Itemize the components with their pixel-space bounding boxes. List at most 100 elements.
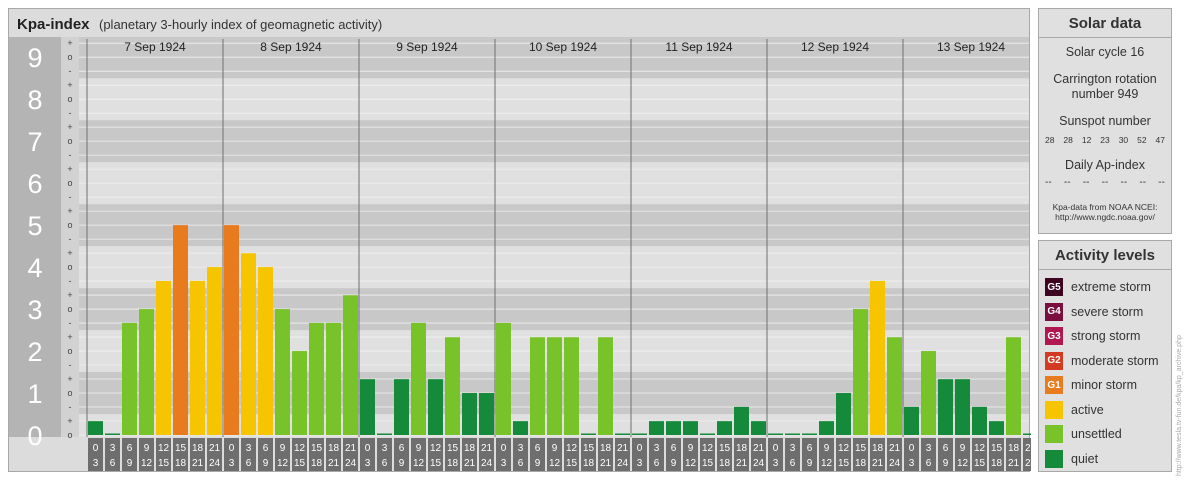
day-label: 7 Sep 1924	[124, 40, 186, 54]
kp-bar	[207, 267, 222, 435]
data-credit-link[interactable]: http://www.ngdc.noaa.gov/	[1039, 212, 1171, 222]
kp-bar	[700, 433, 715, 435]
interval-end-label: 18	[583, 458, 595, 469]
y-tick-label: 0	[27, 421, 42, 451]
interval-start-label: 18	[1008, 443, 1020, 454]
legend-label: strong storm	[1071, 329, 1141, 344]
y-sub-tick-label: o	[67, 388, 72, 398]
kp-bar	[904, 406, 919, 435]
y-sub-tick-label: -	[69, 108, 72, 118]
interval-end-label: 12	[413, 458, 425, 469]
solar-data-title: Solar data	[1039, 9, 1171, 38]
interval-start-label: 18	[192, 443, 204, 454]
sunspot-value: 52	[1137, 135, 1147, 145]
kp-bar	[887, 337, 902, 435]
interval-start-label: 18	[328, 443, 340, 454]
kp-bar	[615, 433, 630, 435]
interval-end-label: 9	[943, 458, 949, 469]
interval-end-label: 9	[127, 458, 133, 469]
kp-bar	[275, 309, 290, 435]
kp-bar	[836, 393, 851, 435]
kp-bar	[513, 421, 528, 435]
y-tick-label: 2	[27, 337, 42, 367]
day-label: 8 Sep 1924	[260, 40, 322, 54]
y-sub-tick-label: -	[69, 150, 72, 160]
sunspot-value: 12	[1081, 135, 1092, 145]
kpa-chart: 0123456789o+-o+-o+-o+-o+-o+-o+-o+-o+-o+ 7…	[9, 16, 1031, 471]
kp-bar	[938, 379, 953, 435]
interval-end-label: 18	[175, 458, 187, 469]
legend-label: minor storm	[1071, 378, 1137, 393]
kp-bar	[802, 433, 817, 435]
legend-label: moderate storm	[1071, 353, 1159, 368]
interval-end-label: 24	[1025, 458, 1031, 469]
kp-bar	[394, 379, 409, 435]
kp-bar	[241, 253, 256, 435]
interval-end-label: 15	[838, 458, 850, 469]
interval-start-label: 15	[175, 443, 187, 454]
y-sub-tick-label: -	[69, 318, 72, 328]
kp-bar	[683, 421, 698, 435]
kp-bar	[88, 421, 103, 435]
interval-start-label: 15	[583, 443, 595, 454]
y-tick-label: 8	[27, 85, 42, 115]
interval-start-label: 12	[294, 443, 306, 454]
interval-end-label: 15	[294, 458, 306, 469]
day-label: 12 Sep 1924	[801, 40, 869, 54]
interval-start-label: 3	[246, 443, 252, 454]
interval-start-label: 12	[838, 443, 850, 454]
y-sub-tick-label: +	[67, 290, 72, 300]
interval-end-label: 15	[158, 458, 170, 469]
ap-value: --	[1101, 177, 1109, 188]
interval-end-label: 3	[637, 458, 643, 469]
kp-bar	[360, 379, 375, 435]
legend-label: unsettled	[1071, 427, 1122, 442]
interval-end-label: 12	[549, 458, 561, 469]
ap-index-label: Daily Ap-index	[1065, 158, 1145, 172]
kp-bar	[666, 421, 681, 435]
interval-start-label: 6	[399, 443, 405, 454]
legend-swatch: G3	[1045, 327, 1063, 346]
interval-start-label: 21	[1025, 443, 1031, 454]
y-tick-label: 5	[27, 211, 42, 241]
sunspot-label: Sunspot number	[1059, 114, 1151, 128]
interval-end-label: 21	[1008, 458, 1020, 469]
y-tick-label: 4	[27, 253, 42, 283]
interval-end-label: 3	[501, 458, 507, 469]
kp-bar	[955, 379, 970, 435]
sunspot-values: 28 28 12 23 30 52 47	[1039, 135, 1171, 145]
interval-end-label: 18	[719, 458, 731, 469]
chart-title: Kpa-index	[17, 16, 90, 33]
interval-end-label: 15	[430, 458, 442, 469]
kp-bar	[105, 433, 120, 435]
kp-bar	[445, 337, 460, 435]
interval-end-label: 9	[535, 458, 541, 469]
y-sub-tick-label: -	[69, 360, 72, 370]
interval-start-label: 3	[382, 443, 388, 454]
kp-bar	[598, 337, 613, 435]
interval-start-label: 6	[263, 443, 269, 454]
interval-end-label: 21	[600, 458, 612, 469]
kp-bar	[989, 421, 1004, 435]
interval-start-label: 21	[209, 443, 221, 454]
kp-bar	[564, 337, 579, 435]
interval-start-label: 18	[464, 443, 476, 454]
sunspot-value: 28	[1063, 135, 1073, 145]
interval-start-label: 9	[280, 443, 286, 454]
side-credit-url: http://www.tesla.tv-fun.de/kpa/kp_archiv…	[1176, 335, 1183, 476]
y-sub-tick-label: +	[67, 122, 72, 132]
y-sub-tick-label: -	[69, 402, 72, 412]
interval-start-label: 0	[501, 443, 507, 454]
legend-item-quiet: quiet	[1039, 447, 1171, 472]
interval-end-label: 6	[246, 458, 252, 469]
interval-end-label: 24	[753, 458, 765, 469]
kp-bar	[309, 322, 324, 435]
interval-start-label: 6	[943, 443, 949, 454]
legend-label: active	[1071, 402, 1104, 417]
interval-end-label: 21	[192, 458, 204, 469]
y-sub-tick-label: o	[67, 178, 72, 188]
interval-start-label: 9	[960, 443, 966, 454]
legend-item-extreme-storm: G5 extreme storm	[1039, 275, 1171, 300]
activity-levels-title: Activity levels	[1039, 241, 1171, 270]
kp-bar	[751, 421, 766, 435]
